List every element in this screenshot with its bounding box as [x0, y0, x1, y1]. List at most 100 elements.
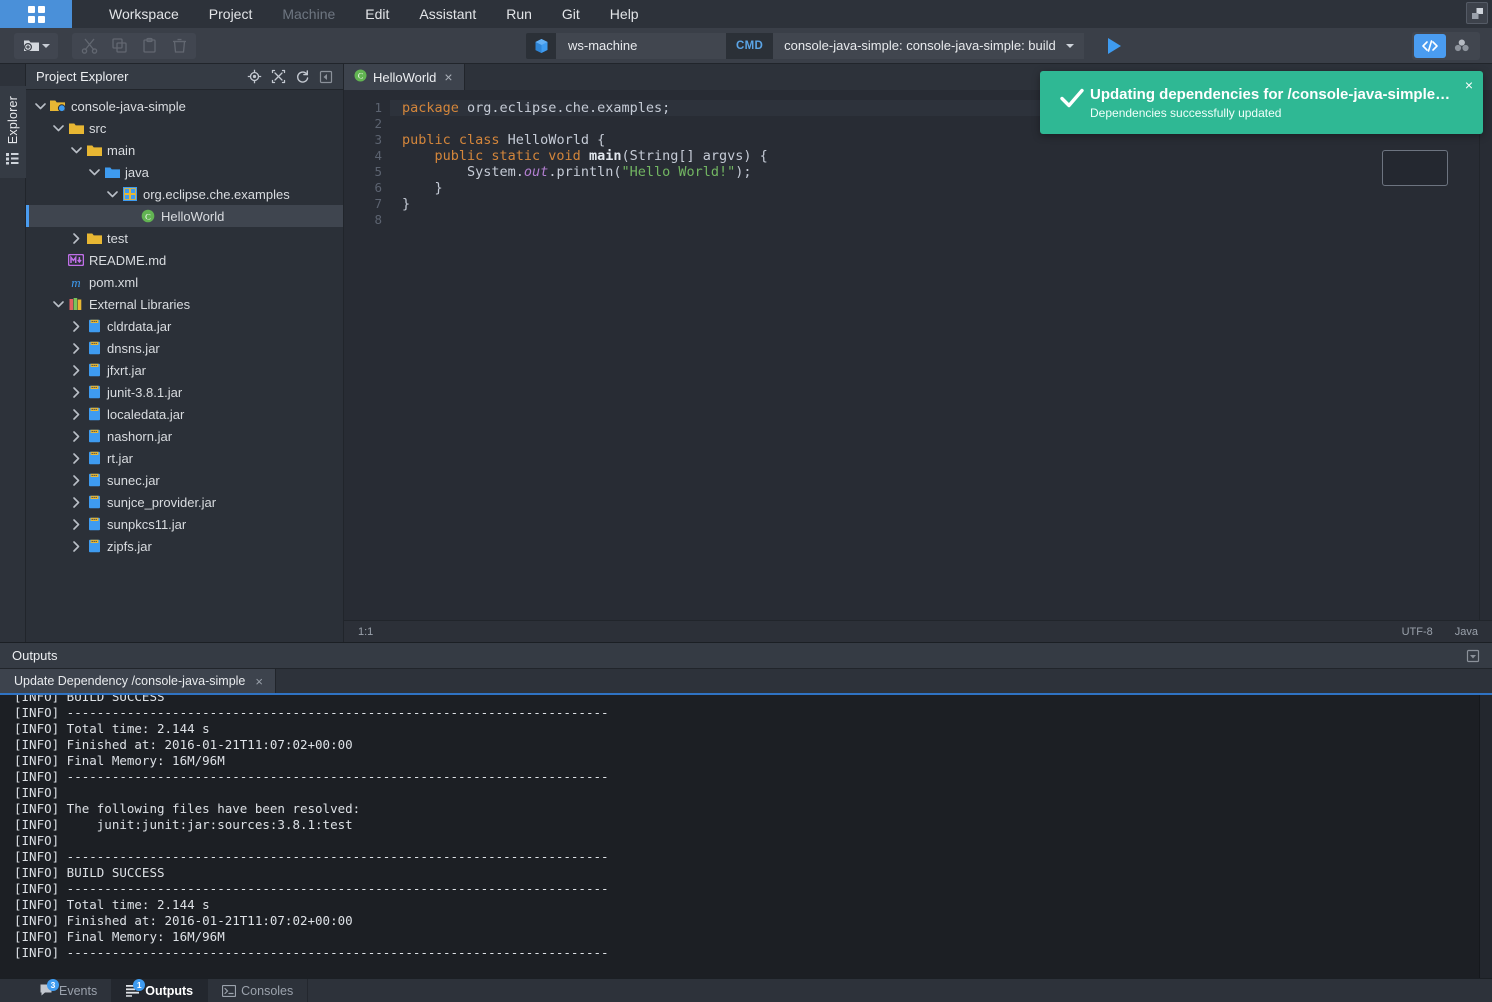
tree-item-org-eclipse-che-examples[interactable]: org.eclipse.che.examples	[26, 183, 343, 205]
chevron-down-icon[interactable]	[50, 300, 66, 308]
menu-bar: WorkspaceProjectMachineEditAssistantRunG…	[0, 0, 1492, 28]
machine-selector[interactable]: ws-machine	[526, 33, 726, 59]
tree-item-sunec-jar[interactable]: sunec.jar	[26, 469, 343, 491]
code-content[interactable]: package org.eclipse.che.examples; public…	[390, 90, 1479, 620]
chevron-down-icon[interactable]	[104, 190, 120, 198]
tree-item-readme-md[interactable]: README.md	[26, 249, 343, 271]
chevron-right-icon[interactable]	[68, 387, 84, 398]
edit-actions-group	[72, 33, 196, 59]
tree-item-dnsns-jar[interactable]: dnsns.jar	[26, 337, 343, 359]
line-number: 8	[344, 212, 382, 228]
run-button[interactable]	[1098, 33, 1132, 59]
line-number: 3	[344, 132, 382, 148]
close-icon[interactable]: ×	[253, 675, 265, 688]
tree-item-main[interactable]: main	[26, 139, 343, 161]
command-select[interactable]: console-java-simple: console-java-simple…	[773, 33, 1084, 59]
che-logo-icon[interactable]	[0, 0, 72, 28]
tree-item-label: org.eclipse.che.examples	[140, 187, 290, 202]
tree-item-sunpkcs11-jar[interactable]: sunpkcs11.jar	[26, 513, 343, 535]
chevron-down-icon[interactable]	[50, 124, 66, 132]
close-icon[interactable]: ×	[1465, 78, 1473, 92]
copy-icon[interactable]	[104, 33, 134, 59]
menu-item-edit[interactable]: Edit	[350, 0, 404, 28]
folder-icon	[84, 144, 104, 157]
chevron-right-icon[interactable]	[68, 321, 84, 332]
chevron-down-icon[interactable]	[32, 102, 48, 110]
rail-tab-explorer[interactable]: Explorer	[0, 86, 26, 178]
chevron-right-icon[interactable]	[68, 475, 84, 486]
chevron-down-icon[interactable]	[68, 146, 84, 154]
cut-icon[interactable]	[74, 33, 104, 59]
chevron-right-icon[interactable]	[68, 233, 84, 244]
output-tab-update-dependency[interactable]: Update Dependency /console-java-simple ×	[0, 669, 276, 693]
menu-item-project[interactable]: Project	[194, 0, 268, 28]
tree-item-helloworld[interactable]: CHelloWorld	[26, 205, 343, 227]
minimize-icon[interactable]	[1462, 645, 1484, 667]
tree-item-java[interactable]: java	[26, 161, 343, 183]
console-vertical-scrollbar[interactable]	[1479, 695, 1492, 978]
bottom-tab-events[interactable]: 3Events	[26, 979, 112, 1002]
tree-item-nashorn-jar[interactable]: nashorn.jar	[26, 425, 343, 447]
tree-item-jfxrt-jar[interactable]: jfxrt.jar	[26, 359, 343, 381]
menu-item-help[interactable]: Help	[595, 0, 654, 28]
tree-item-label: sunec.jar	[104, 473, 160, 488]
machine-cube-icon	[526, 38, 556, 54]
refresh-icon[interactable]	[291, 66, 313, 88]
project-tree[interactable]: console-java-simplesrcmainjava org.eclips…	[26, 90, 343, 642]
chevron-right-icon[interactable]	[68, 453, 84, 464]
che-ide-window: WorkspaceProjectMachineEditAssistantRunG…	[0, 0, 1492, 1002]
editor-tab-helloworld[interactable]: C HelloWorld ×	[344, 64, 465, 90]
chevron-down-icon	[42, 44, 50, 48]
menu-item-git[interactable]: Git	[547, 0, 595, 28]
restore-window-icon[interactable]	[1466, 2, 1488, 24]
chevron-right-icon[interactable]	[68, 519, 84, 530]
machine-name[interactable]: ws-machine	[556, 33, 726, 59]
notification-popup[interactable]: Updating dependencies for /console-java-…	[1040, 71, 1483, 134]
new-file-icon[interactable]	[16, 33, 56, 59]
menu-item-assistant[interactable]: Assistant	[404, 0, 491, 28]
menu-item-run[interactable]: Run	[491, 0, 547, 28]
tree-item-cldrdata-jar[interactable]: cldrdata.jar	[26, 315, 343, 337]
tree-item-label: junit-3.8.1.jar	[104, 385, 182, 400]
console-line: [INFO]	[14, 785, 1492, 801]
console-output[interactable]: [INFO] BUILD SUCCESS[INFO] -------------…	[0, 695, 1492, 978]
jar-icon	[84, 363, 104, 377]
collapse-all-icon[interactable]	[267, 66, 289, 88]
chevron-right-icon[interactable]	[68, 343, 84, 354]
tree-item-pom-xml[interactable]: mpom.xml	[26, 271, 343, 293]
file-actions-group	[14, 33, 58, 59]
tree-item-test[interactable]: test	[26, 227, 343, 249]
tree-item-src[interactable]: src	[26, 117, 343, 139]
code-line: public class HelloWorld {	[402, 132, 1479, 148]
minimize-icon[interactable]	[315, 66, 337, 88]
chevron-down-icon[interactable]	[86, 168, 102, 176]
chevron-right-icon[interactable]	[68, 409, 84, 420]
bottom-tab-consoles[interactable]: Consoles	[208, 979, 308, 1002]
tree-item-zipfs-jar[interactable]: zipfs.jar	[26, 535, 343, 557]
menu-item-workspace[interactable]: Workspace	[94, 0, 194, 28]
tree-item-label: jfxrt.jar	[104, 363, 146, 378]
cmd-label: CMD	[726, 33, 773, 59]
tree-item-console-java-simple[interactable]: console-java-simple	[26, 95, 343, 117]
tree-item-rt-jar[interactable]: rt.jar	[26, 447, 343, 469]
main-toolbar: ws-machine CMD console-java-simple: cons…	[0, 28, 1492, 64]
preview-icon[interactable]	[1446, 34, 1478, 58]
code-editor[interactable]: 12345678 package org.eclipse.che.example…	[344, 90, 1492, 620]
chevron-right-icon[interactable]	[68, 365, 84, 376]
tree-item-sunjce-provider-jar[interactable]: sunjce_provider.jar	[26, 491, 343, 513]
code-icon[interactable]	[1414, 34, 1446, 58]
tree-item-external-libraries[interactable]: External Libraries	[26, 293, 343, 315]
tree-item-label: test	[104, 231, 128, 246]
chevron-right-icon[interactable]	[68, 431, 84, 442]
chevron-right-icon[interactable]	[68, 497, 84, 508]
line-number: 2	[344, 116, 382, 132]
editor-vertical-scrollbar[interactable]	[1479, 90, 1492, 620]
tree-item-localedata-jar[interactable]: localedata.jar	[26, 403, 343, 425]
delete-icon[interactable]	[164, 33, 194, 59]
tree-item-junit-3-8-1-jar[interactable]: junit-3.8.1.jar	[26, 381, 343, 403]
bottom-tab-outputs[interactable]: 1Outputs	[112, 979, 208, 1002]
chevron-right-icon[interactable]	[68, 541, 84, 552]
paste-icon[interactable]	[134, 33, 164, 59]
close-icon[interactable]: ×	[442, 70, 454, 84]
reveal-icon[interactable]	[243, 66, 265, 88]
